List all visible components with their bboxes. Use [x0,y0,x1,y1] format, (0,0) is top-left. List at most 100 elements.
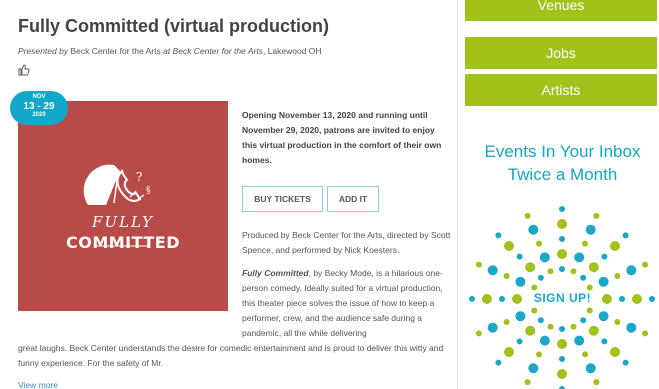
burst-dot [574,335,585,346]
burst-dot [495,359,502,366]
svg-text:?: ? [136,170,142,184]
date-badge-month: NOV [32,94,46,100]
burst-dot [503,273,510,279]
date-badge: NOV 13 - 29 2020 [10,91,68,125]
newsletter-promo-title: Events In Your Inbox Twice a Month [466,140,659,186]
burst-dot [504,241,514,251]
event-title: Fully Committed (virtual production) [18,16,329,36]
poster-illustration: ? § [83,164,151,247]
burst-dot [537,317,544,324]
poster-logo-line2: COMMITTED [65,233,181,252]
burst-dot [559,266,565,272]
burst-dot [557,249,567,259]
burst-dot [598,276,609,287]
presented-prefix: Presented by [18,46,69,56]
description-part1: , by Becky Mode, is a hilarious one-pers… [242,268,443,338]
burst-dot [559,356,565,362]
burst-dot [610,241,620,251]
burst-dot [503,319,510,325]
burst-dot [515,311,526,322]
burst-dot [504,347,514,357]
burst-dot [626,265,637,276]
burst-dot [516,338,523,345]
burst-dot [525,262,536,273]
burst-dot [586,284,593,291]
burst-dot [525,325,536,336]
burst-dot [475,261,482,268]
event-description: Fully Committed, by Becky Mode, is a hil… [242,266,454,341]
burst-dot [547,268,554,275]
burst-dot [570,323,577,330]
burst-dot [626,322,637,333]
burst-dot [536,351,542,358]
burst-dot [586,307,593,314]
sidebar-venues-button[interactable]: Venues [465,0,657,21]
event-description-continued: great laughs. Beck Center understands th… [18,343,444,368]
presented-by-line: Presented by Beck Center for the Arts at… [18,46,322,56]
burst-dot [495,232,502,239]
burst-dot [622,359,629,366]
burst-dot [516,253,523,260]
burst-dot [528,224,539,235]
burst-dot [539,335,550,346]
view-more-link[interactable]: View more [18,380,58,389]
burst-dot [570,268,577,275]
burst-dot [524,379,531,386]
burst-dot [580,317,587,324]
thumbs-up-icon[interactable] [18,64,30,76]
burst-dot [487,322,498,333]
burst-dot [528,363,539,374]
produced-by-text: Produced by Beck Center for the Arts, di… [242,230,451,255]
burst-dot [582,351,588,358]
burst-dot [585,363,596,374]
burst-dot [557,369,567,379]
burst-dot [531,307,538,314]
promo-title-line1: Events In Your Inbox [484,142,641,161]
burst-dot [642,261,649,268]
burst-dot [487,265,498,276]
burst-dot [601,253,608,260]
burst-dot [598,311,609,322]
burst-dot [593,212,600,219]
burst-dot [557,219,567,229]
burst-dot [536,240,542,247]
presenter-link[interactable]: Beck Center for the Arts [70,46,160,56]
at-prefix: at [163,46,171,56]
burst-dot [547,323,554,330]
burst-dot [559,236,565,242]
burst-dot [593,379,600,386]
description-title: Fully Committed [242,268,309,278]
burst-dot [559,206,565,212]
burst-dot [580,274,587,281]
svg-text:§: § [146,186,151,196]
sidebar-artists-button[interactable]: Artists [465,74,657,106]
burst-dot [574,252,585,263]
burst-dot [557,339,567,349]
add-it-button[interactable]: ADD IT [327,186,379,212]
burst-dot [622,232,629,239]
burst-dot [585,224,596,235]
burst-dot [539,252,550,263]
burst-dot [524,212,531,219]
promo-title-line2: Twice a Month [507,165,618,184]
burst-dot [610,347,620,357]
date-badge-year: 2020 [32,112,46,118]
column-divider [457,0,458,389]
venue-link[interactable]: Beck Center for the Arts [173,46,263,56]
buy-tickets-button[interactable]: BUY TICKETS [242,186,323,212]
burst-dot [588,262,599,273]
date-badge-days: 13 - 29 [23,101,55,112]
burst-dot [559,326,565,332]
opening-text: Opening November 13, 2020 and running un… [242,110,442,165]
burst-dot [537,274,544,281]
burst-dot [642,330,649,337]
burst-dot [531,284,538,291]
poster-logo-line1: FULLY [92,213,154,231]
burst-dot [475,330,482,337]
burst-dot [601,338,608,345]
sidebar-jobs-button[interactable]: Jobs [465,37,657,69]
burst-dot [588,325,599,336]
newsletter-signup-banner[interactable]: SIGN UP! [466,195,659,389]
event-main-column: Fully Committed (virtual production) Pre… [0,0,457,389]
event-poster-image: ? § FULLY COMMITTED [18,101,228,311]
